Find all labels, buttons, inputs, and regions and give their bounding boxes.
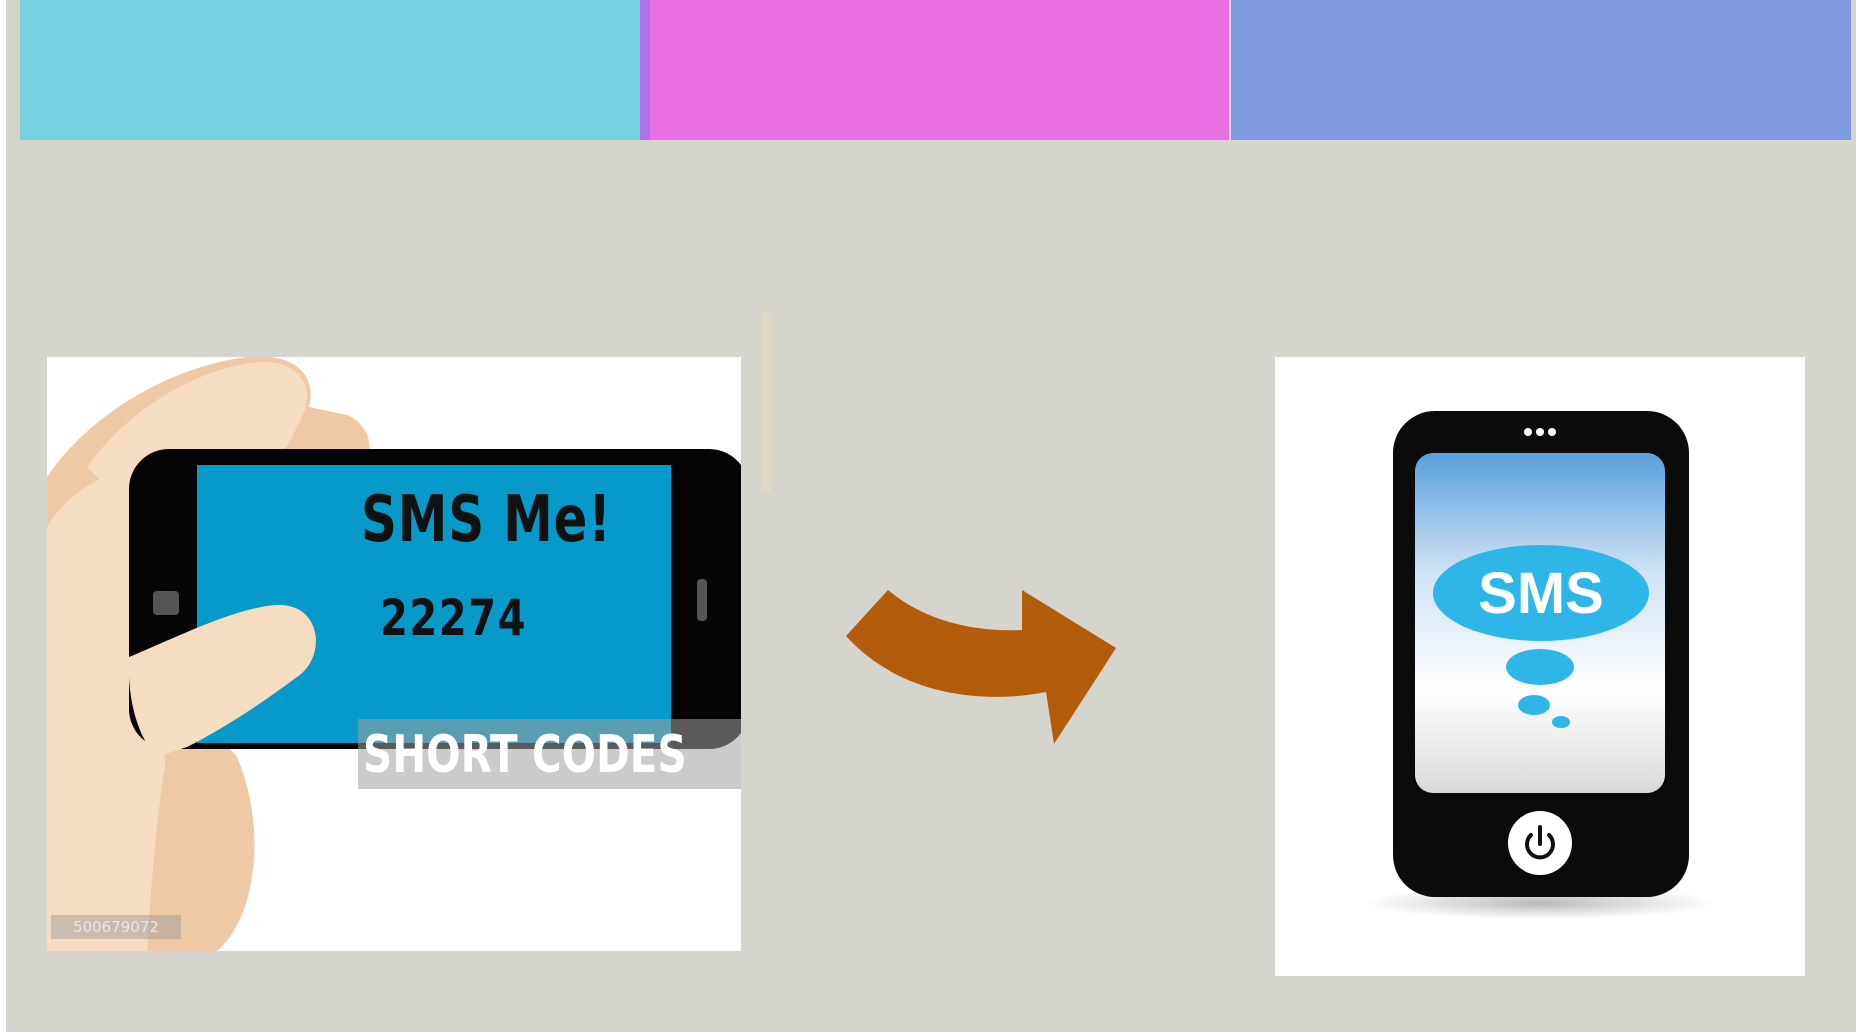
header-bar-pink xyxy=(640,0,1229,140)
vertical-watermark xyxy=(758,312,776,492)
sms-bubble-text: SMS xyxy=(1478,561,1604,626)
curved-arrow-right-icon xyxy=(846,582,1122,746)
header-bar-blue xyxy=(1229,0,1851,140)
sms-phone-image: SMS xyxy=(1275,357,1805,976)
stock-image-id: 500679072 xyxy=(51,915,181,939)
header-bar-cyan xyxy=(20,0,640,140)
short-code-number: 22274 xyxy=(380,589,528,647)
slide: SMS Me! 22274 SHORT CODES 500679072 SMS xyxy=(6,0,1856,1032)
sms-me-heading: SMS Me! xyxy=(361,483,612,557)
sms-phone-illustration: SMS xyxy=(1365,411,1715,919)
short-codes-caption: SHORT CODES xyxy=(363,725,687,785)
hand-phone-image: SMS Me! 22274 SHORT CODES 500679072 xyxy=(47,357,741,951)
hand-phone-illustration xyxy=(47,357,741,951)
